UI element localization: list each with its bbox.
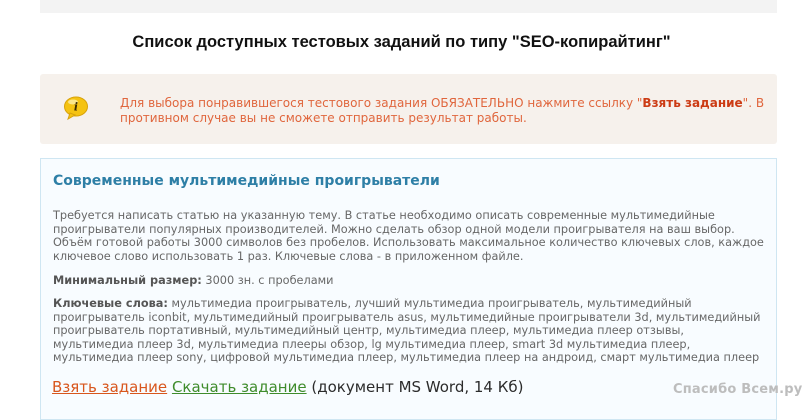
task-links: Взять задание Скачать задание (документ … <box>52 378 524 396</box>
top-content-strip <box>40 0 777 13</box>
info-bubble-icon: i <box>64 96 88 121</box>
notice-box: i Для выбора понравившегося тестового за… <box>40 74 777 144</box>
keywords-row: Ключевые слова: мультимедиа проигрывател… <box>53 297 768 365</box>
svg-text:i: i <box>74 101 78 114</box>
take-task-link[interactable]: Взять задание <box>52 378 167 396</box>
download-task-link[interactable]: Скачать задание <box>172 378 307 396</box>
file-info: (документ MS Word, 14 Кб) <box>311 378 524 396</box>
notice-text-before: Для выбора понравившегося тестового зада… <box>120 96 643 110</box>
task-card: Современные мультимедийные проигрыватели… <box>40 158 777 420</box>
min-size-label: Минимальный размер: <box>53 274 202 287</box>
task-description: Требуется написать статью на указанную т… <box>53 209 764 263</box>
min-size-row: Минимальный размер: 3000 зн. с пробелами <box>53 274 334 287</box>
page-title: Список доступных тестовых заданий по тип… <box>132 33 671 51</box>
min-size-value: 3000 зн. с пробелами <box>205 274 334 287</box>
notice-link-name: Взять задание <box>642 96 743 110</box>
site-watermark: Спасибо Всем.ру <box>673 382 803 397</box>
keywords-label: Ключевые слова: <box>53 297 168 310</box>
notice-text: Для выбора понравившегося тестового зада… <box>120 96 765 126</box>
task-title: Современные мультимедийные проигрыватели <box>53 173 440 189</box>
